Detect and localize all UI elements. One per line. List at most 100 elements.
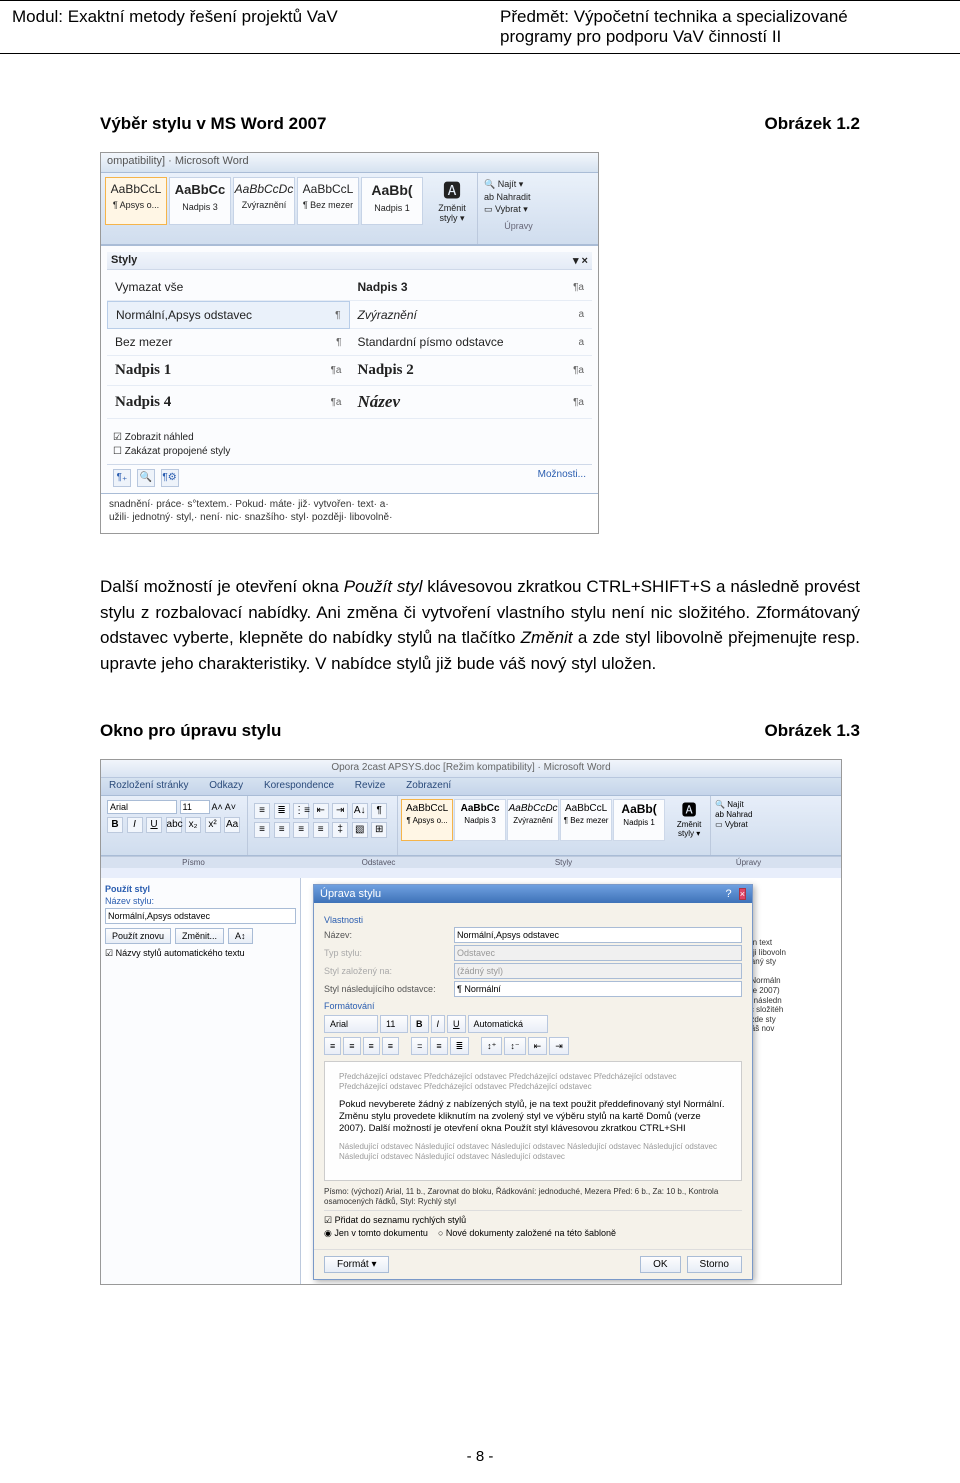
style-item-nadpis4[interactable]: Nadpis 4¶a bbox=[107, 386, 350, 419]
tab-references[interactable]: Odkazy bbox=[209, 780, 243, 791]
style-item-nadpis2[interactable]: Nadpis 2¶a bbox=[350, 356, 593, 386]
align-right-button[interactable]: ≡ bbox=[293, 822, 309, 838]
bold-button[interactable]: B bbox=[107, 817, 123, 833]
style-gallery-2[interactable]: AaBbCcL¶ Apsys o... AaBbCcNadpis 3 AaBbC… bbox=[398, 796, 668, 855]
align-c[interactable]: ≡ bbox=[343, 1037, 360, 1055]
numbering-button[interactable]: ≣ bbox=[274, 803, 290, 819]
size-select[interactable]: 11 bbox=[380, 1015, 408, 1033]
align-r[interactable]: ≡ bbox=[363, 1037, 380, 1055]
ls-15[interactable]: ≡ bbox=[430, 1037, 447, 1055]
add-quick-styles-checkbox[interactable]: ☑ Přidat do seznamu rychlých stylů bbox=[324, 1215, 742, 1226]
new-docs-radio[interactable]: ○ Nové dokumenty založené na této šablon… bbox=[438, 1228, 616, 1238]
tab-mailings[interactable]: Korespondence bbox=[264, 780, 334, 791]
disable-linked-checkbox[interactable]: ☐ Zakázat propojené styly bbox=[113, 446, 586, 457]
shading-button[interactable]: ▧ bbox=[352, 822, 368, 838]
space-dec[interactable]: ↕⁻ bbox=[504, 1037, 525, 1055]
options-link[interactable]: Možnosti... bbox=[538, 469, 586, 487]
line-spacing-button[interactable]: ‡ bbox=[332, 822, 348, 838]
font-size-input[interactable] bbox=[180, 800, 210, 814]
style-gallery[interactable]: AaBbCcL¶ Apsys o... AaBbCcNadpis 3 AaBbC… bbox=[101, 173, 427, 244]
replace-button[interactable]: ab Nahradit bbox=[484, 192, 553, 202]
bullets-button[interactable]: ≡ bbox=[254, 803, 270, 819]
show-marks-button[interactable]: ¶ bbox=[371, 803, 387, 819]
style-bezmezer[interactable]: AaBbCcL¶ Bez mezer bbox=[297, 177, 359, 225]
style2-apsys[interactable]: AaBbCcL¶ Apsys o... bbox=[401, 799, 453, 841]
select-btn-2[interactable]: ▭ Vybrat bbox=[715, 820, 766, 829]
ribbon-tabs[interactable]: Rozložení stránky Odkazy Korespondence R… bbox=[101, 778, 841, 796]
style-inspector-button[interactable]: 🔍 bbox=[137, 469, 155, 487]
aa-toggle[interactable]: A↕ bbox=[228, 928, 253, 944]
strike-button[interactable]: abc bbox=[166, 817, 182, 833]
style-info: Písmo: (výchozí) Arial, 11 b., Zarovnat … bbox=[324, 1187, 742, 1206]
style-item-nazev[interactable]: Název¶a bbox=[350, 386, 593, 419]
following-field[interactable] bbox=[454, 981, 742, 997]
style-item-bezmezer[interactable]: Bez mezer¶ bbox=[107, 329, 350, 356]
style-item-clear[interactable]: Vymazat vše bbox=[107, 274, 350, 301]
find-btn-2[interactable]: 🔍 Najít bbox=[715, 800, 766, 809]
change-styles-button[interactable]: 🅰 Změnit styly ▾ bbox=[427, 173, 477, 244]
align-l[interactable]: ≡ bbox=[324, 1037, 341, 1055]
manage-styles-button[interactable]: ¶⚙ bbox=[161, 469, 179, 487]
tab-layout[interactable]: Rozložení stránky bbox=[109, 780, 188, 791]
bold-btn[interactable]: B bbox=[410, 1015, 429, 1033]
style2-bezmezer[interactable]: AaBbCcL¶ Bez mezer bbox=[560, 799, 612, 841]
indent-inc-button[interactable]: ⇥ bbox=[332, 803, 348, 819]
style-nadpis3[interactable]: AaBbCcNadpis 3 bbox=[169, 177, 231, 225]
italic-btn[interactable]: I bbox=[431, 1015, 446, 1033]
select-button[interactable]: ▭ Vybrat ▾ bbox=[484, 204, 553, 215]
align-center-button[interactable]: ≡ bbox=[274, 822, 290, 838]
style-item-nadpis3[interactable]: Nadpis 3¶a bbox=[350, 274, 593, 301]
help-icon[interactable]: ? bbox=[726, 888, 732, 900]
align-left-button[interactable]: ≡ bbox=[254, 822, 270, 838]
replace-btn-2[interactable]: ab Nahrad bbox=[715, 810, 766, 819]
show-preview-checkbox[interactable]: ☑ Zobrazit náhled bbox=[113, 432, 586, 443]
only-this-doc-radio[interactable]: ◉ Jen v tomto dokumentu bbox=[324, 1228, 428, 1238]
change-styles-2[interactable]: 🅰 Změnit styly ▾ bbox=[668, 796, 710, 855]
cancel-button[interactable]: Storno bbox=[687, 1256, 742, 1273]
close-icon[interactable]: × bbox=[739, 888, 746, 900]
ok-button[interactable]: OK bbox=[640, 1256, 680, 1273]
close-icon[interactable]: ▾ × bbox=[573, 254, 588, 267]
font-name-input[interactable] bbox=[107, 800, 177, 814]
ls-1[interactable]: = bbox=[411, 1037, 428, 1055]
sub-button[interactable]: x₂ bbox=[185, 817, 201, 833]
new-style-button[interactable]: ¶₊ bbox=[113, 469, 131, 487]
style-item-nadpis1[interactable]: Nadpis 1¶a bbox=[107, 356, 350, 386]
tab-view[interactable]: Zobrazení bbox=[406, 780, 451, 791]
reapply-button[interactable]: Použít znovu bbox=[105, 928, 171, 944]
underline-btn[interactable]: U bbox=[447, 1015, 466, 1033]
style2-nadpis3[interactable]: AaBbCcNadpis 3 bbox=[454, 799, 506, 841]
ls-2[interactable]: ≣ bbox=[450, 1037, 470, 1055]
style-zvyrazneni[interactable]: AaBbCcDcZvýraznění bbox=[233, 177, 295, 225]
indent-r[interactable]: ⇥ bbox=[549, 1037, 569, 1055]
font-buttons[interactable]: B I U abc x₂ x² Aa bbox=[107, 817, 241, 833]
autotext-names-checkbox[interactable]: ☑ Názvy stylů automatického textu bbox=[105, 948, 296, 959]
multilevel-button[interactable]: ⋮≡ bbox=[293, 803, 309, 819]
find-button[interactable]: 🔍 Najít ▾ bbox=[484, 179, 553, 190]
align-justify-button[interactable]: ≡ bbox=[313, 822, 329, 838]
space-inc[interactable]: ↕⁺ bbox=[481, 1037, 502, 1055]
highlight-button[interactable]: Aa bbox=[224, 817, 240, 833]
sup-button[interactable]: x² bbox=[205, 817, 221, 833]
align-j[interactable]: ≡ bbox=[382, 1037, 399, 1055]
style2-nadpis1[interactable]: AaBb(Nadpis 1 bbox=[613, 799, 665, 841]
format-button[interactable]: Formát ▾ bbox=[324, 1256, 389, 1273]
style-item-zvyrazneni[interactable]: Zvýrazněnía bbox=[350, 301, 593, 329]
indent-l[interactable]: ⇤ bbox=[528, 1037, 548, 1055]
font-select[interactable]: Arial bbox=[324, 1015, 378, 1033]
sort-button[interactable]: A↓ bbox=[352, 803, 368, 819]
style-apsys[interactable]: AaBbCcL¶ Apsys o... bbox=[105, 177, 167, 225]
style-name-input[interactable] bbox=[105, 908, 296, 924]
style-item-normal[interactable]: Normální,Apsys odstavec¶ bbox=[107, 301, 350, 329]
modify-button[interactable]: Změnit... bbox=[175, 928, 224, 944]
name-field[interactable] bbox=[454, 927, 742, 943]
borders-button[interactable]: ⊞ bbox=[371, 822, 387, 838]
italic-button[interactable]: I bbox=[127, 817, 143, 833]
color-select[interactable]: Automatická bbox=[468, 1015, 548, 1033]
indent-dec-button[interactable]: ⇤ bbox=[313, 803, 329, 819]
underline-button[interactable]: U bbox=[146, 817, 162, 833]
tab-review[interactable]: Revize bbox=[355, 780, 386, 791]
style-item-standard[interactable]: Standardní písmo odstavcea bbox=[350, 329, 593, 356]
style2-zvyr[interactable]: AaBbCcDcZvýraznění bbox=[507, 799, 559, 841]
style-nadpis1[interactable]: AaBb(Nadpis 1 bbox=[361, 177, 423, 225]
